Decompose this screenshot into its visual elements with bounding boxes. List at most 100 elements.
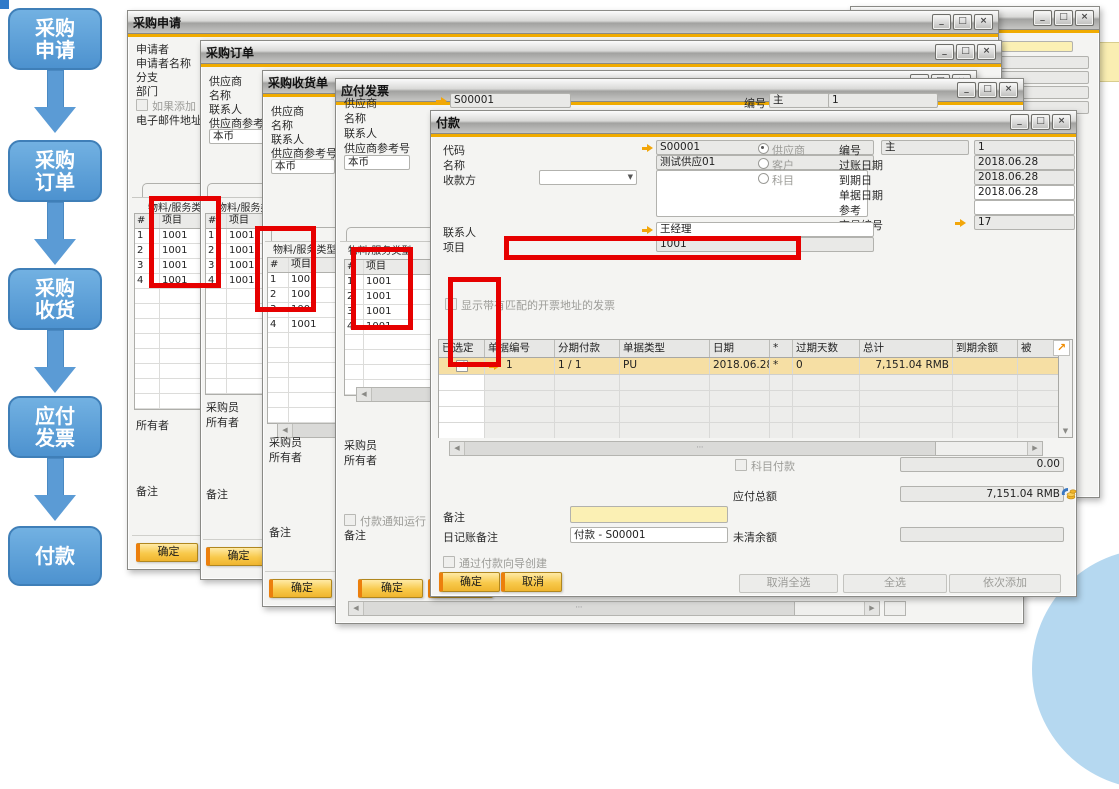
link-out-icon[interactable]: ↗ — [1053, 340, 1070, 356]
flow-step-goods-receipt: 采购 收货 — [8, 268, 102, 330]
field[interactable] — [989, 56, 1089, 69]
table-row[interactable] — [439, 391, 1058, 407]
close-button[interactable]: × — [1052, 114, 1071, 130]
window-hscrollbar[interactable]: ◀⋯▶ — [348, 601, 880, 616]
maximize-button[interactable]: □ — [978, 82, 997, 98]
name-label: 名称 — [344, 110, 366, 126]
due-date-field[interactable]: 2018.06.28 — [974, 170, 1075, 185]
account-payment-checkbox[interactable] — [735, 459, 747, 471]
doc-no-label: 编号 — [839, 142, 861, 158]
total-due-field: 7,151.04 RMB — [900, 486, 1064, 502]
maximize-button[interactable]: □ — [1054, 10, 1073, 26]
trans-no-field[interactable]: 17 — [974, 215, 1075, 230]
doc-no-type-field[interactable]: 主 — [881, 140, 969, 155]
journal-remarks-field[interactable]: 付款 - S00001 — [570, 527, 728, 543]
reference-field[interactable] — [974, 200, 1075, 215]
buyer-label: 采购员 — [344, 437, 377, 453]
wizard-checkbox[interactable] — [443, 556, 455, 568]
owner-label: 所有者 — [136, 417, 169, 433]
radio-account[interactable] — [758, 173, 769, 184]
minimize-button[interactable]: _ — [1033, 10, 1052, 26]
close-button[interactable]: × — [1075, 10, 1094, 26]
open-documents-table[interactable]: 已选定 单据编号 分期付款 单据类型 日期 * 过期天数 总计 到期余额 被 ✔… — [438, 339, 1073, 438]
payee-label: 收款方 — [443, 172, 476, 188]
vendor-ref-label: 供应商参考号 — [344, 140, 410, 156]
window-titlebar[interactable]: 采购申请 _ □ × — [128, 11, 998, 34]
open-balance-field — [900, 527, 1064, 542]
ok-button[interactable]: 确定 — [206, 547, 268, 566]
window-titlebar[interactable]: 付款 _ □ × — [431, 111, 1076, 134]
link-arrow-icon[interactable] — [955, 219, 967, 228]
table-row[interactable] — [439, 407, 1058, 423]
link-arrow-icon[interactable] — [436, 97, 448, 106]
ok-button[interactable]: 确定 — [358, 579, 423, 598]
radio-vendor[interactable] — [758, 143, 769, 154]
window-title: 采购订单 — [206, 44, 254, 61]
doc-no-type-field[interactable]: 主 — [769, 93, 830, 108]
remarks-field[interactable] — [570, 506, 728, 523]
email-label: 电子邮件地址 — [136, 112, 202, 128]
table-header-row: 已选定 单据编号 分期付款 单据类型 日期 * 过期天数 总计 到期余额 被 — [439, 340, 1058, 358]
table-row-selected[interactable]: ✔ 1 1 / 1 PU 2018.06.28 * 0 7,151.04 RMB — [439, 358, 1058, 375]
link-arrow-icon[interactable] — [642, 144, 654, 153]
window-titlebar[interactable]: 采购订单 _ □ × — [201, 41, 1001, 64]
link-arrow-icon[interactable] — [642, 226, 654, 235]
journal-remarks-label: 日记账备注 — [443, 529, 498, 545]
row-selected-checkbox[interactable]: ✔ — [456, 360, 468, 372]
ok-button[interactable]: 确定 — [136, 543, 198, 562]
corner-dot — [0, 0, 9, 9]
payee-dropdown[interactable]: ▼ — [539, 170, 637, 185]
flow-step-payment: 付款 — [8, 526, 102, 586]
remarks-label: 备注 — [206, 486, 228, 502]
radio-customer-label: 客户 — [772, 157, 794, 173]
doc-no-field[interactable]: 1 — [974, 140, 1075, 155]
notify-checkbox[interactable] — [136, 99, 148, 111]
select-all-button[interactable]: 全选 — [843, 574, 947, 593]
chevron-down-icon: ▼ — [628, 171, 633, 184]
maximize-button[interactable]: □ — [1031, 114, 1050, 130]
field[interactable] — [1001, 41, 1073, 52]
posting-date-field[interactable]: 2018.06.28 — [974, 155, 1075, 170]
close-button[interactable]: × — [977, 44, 996, 60]
table-row[interactable] — [439, 375, 1058, 391]
code-label: 代码 — [443, 142, 465, 158]
cancel-button[interactable]: 取消 — [501, 572, 562, 592]
contact-label: 联系人 — [344, 125, 377, 141]
doc-date-field[interactable]: 2018.06.28 — [974, 185, 1075, 200]
project-label: 项目 — [443, 239, 465, 255]
link-arrow-icon[interactable] — [489, 362, 501, 371]
doc-no-field[interactable]: 1 — [828, 93, 938, 108]
flow-step-purchase-order: 采购 订单 — [8, 140, 102, 202]
project-field[interactable]: 1001 — [656, 237, 874, 252]
radio-customer[interactable] — [758, 158, 769, 169]
ok-button[interactable]: 确定 — [269, 579, 332, 598]
minimize-button[interactable]: _ — [1010, 114, 1029, 130]
minimize-button[interactable]: _ — [957, 82, 976, 98]
minimize-button[interactable]: _ — [935, 44, 954, 60]
payment-notice-checkbox[interactable] — [344, 514, 356, 526]
window-resize-handle[interactable] — [884, 601, 906, 616]
contact-field[interactable]: 王经理 — [656, 222, 874, 237]
window-title: 采购申请 — [133, 14, 181, 31]
table-hscrollbar[interactable]: ◀⋯▶ — [449, 441, 1043, 456]
add-in-sequence-button[interactable]: 依次添加 — [949, 574, 1061, 593]
show-invoices-checkbox[interactable] — [445, 298, 457, 310]
wizard-checkbox-label: 通过付款向导创建 — [459, 555, 547, 571]
ok-button[interactable]: 确定 — [439, 572, 500, 592]
close-button[interactable]: × — [974, 14, 993, 30]
table-row[interactable] — [439, 423, 1058, 438]
owner-label: 所有者 — [344, 452, 377, 468]
flow-arrow-icon — [34, 202, 76, 265]
minimize-button[interactable]: _ — [932, 14, 951, 30]
deselect-all-button[interactable]: 取消全选 — [739, 574, 838, 593]
payment-means-icon[interactable] — [1060, 485, 1077, 501]
col-item: 项目 — [364, 260, 433, 274]
currency-field[interactable]: 本币 — [344, 155, 410, 170]
vendor-code-field[interactable]: S00001 — [450, 93, 571, 108]
maximize-button[interactable]: □ — [956, 44, 975, 60]
scroll-down-icon[interactable]: ▼ — [1063, 427, 1068, 435]
desktop: { "colors": {"accent_gold": "#f0ab00", "… — [0, 0, 1119, 625]
maximize-button[interactable]: □ — [953, 14, 972, 30]
currency-field[interactable]: 本币 — [271, 159, 335, 174]
close-button[interactable]: × — [999, 82, 1018, 98]
